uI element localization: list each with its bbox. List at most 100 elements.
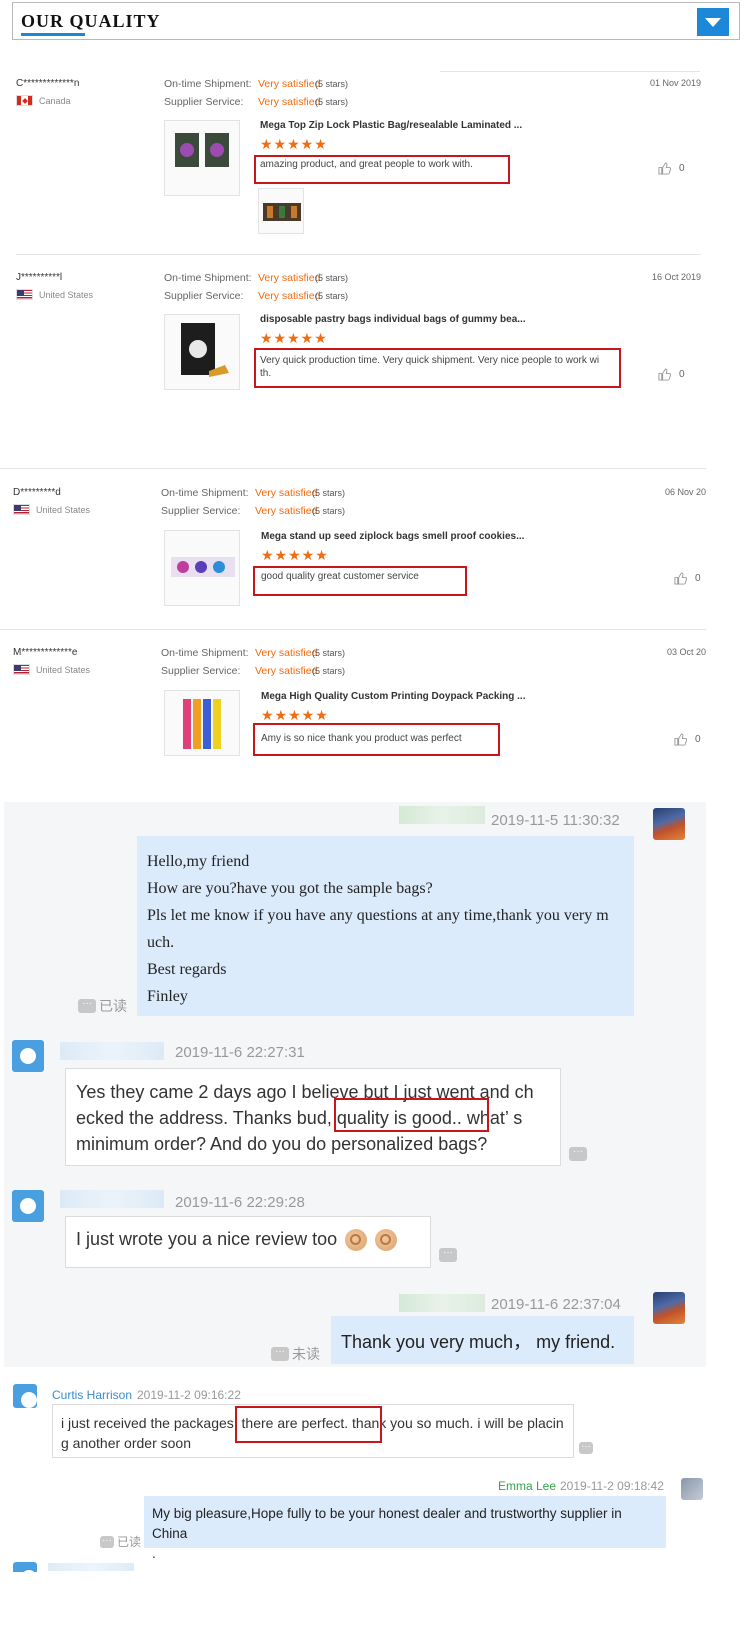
review-date: 16 Oct 2019 [651,272,701,282]
shipment-label: On-time Shipment: [164,78,252,90]
ok-hand-emoji-icon [375,1229,398,1252]
message-bubble: Hello,my friend How are you?have you got… [137,836,634,1016]
reviewer-country: Canada [16,95,71,106]
message-timestamp: 2019-11-2 09:16:22 [137,1388,241,1402]
more-icon[interactable]: ··· [569,1147,587,1161]
review-photo[interactable] [258,188,304,234]
sender-name-blurred [60,1042,164,1060]
thumbs-up-icon [658,368,671,381]
shipment-rating: Very satisfied [258,78,321,90]
service-rating: Very satisfied [255,505,318,517]
sender-name-blurred [48,1563,134,1571]
divider [16,254,701,255]
message-timestamp: 2019-11-2 09:18:42 [560,1479,664,1493]
avatar [681,1478,703,1500]
more-icon[interactable]: ··· [78,999,96,1013]
message-line: How are you?have you got the sample bags… [147,880,433,897]
like-button[interactable]: 0 [658,368,685,381]
product-title[interactable]: Mega Top Zip Lock Plastic Bag/resealable… [260,120,522,131]
more-icon[interactable]: ··· [271,1347,289,1361]
sender-name: Curtis Harrison [52,1388,133,1402]
shipment-stars: (5 stars) [312,648,346,658]
section-title: OUR QUALITY [21,11,161,31]
service-rating: Very satisfied [258,96,321,108]
canada-flag-icon [16,95,33,106]
review-card: M*************e United States On-time Sh… [13,647,706,757]
like-button[interactable]: 0 [674,733,701,746]
message-line: . [152,1546,156,1561]
review-date: 06 Nov 20 [664,487,706,497]
like-button[interactable]: 0 [674,572,701,585]
service-label: Supplier Service: [161,505,241,517]
like-count: 0 [695,734,701,745]
sender-name-blurred [399,1294,485,1312]
avatar [653,1292,685,1324]
like-button[interactable]: 0 [658,162,685,175]
message-timestamp: 2019-11-5 11:30:32 [491,812,620,829]
sender-name: Emma Lee [498,1479,557,1493]
read-status: ··· 未读 [271,1344,320,1364]
reviewer-name: M*************e [13,647,78,658]
review-stars: ★★★★★ [260,136,328,152]
message-line: Hello,my friend [147,853,250,870]
dropdown-toggle-button[interactable] [697,8,729,36]
product-thumbnail[interactable] [164,314,240,390]
service-stars: (5 stars) [315,97,349,107]
message-menu[interactable]: ··· [579,1442,593,1454]
review-card: J**********l United States On-time Shipm… [16,272,701,402]
us-flag-icon [13,664,30,675]
service-stars: (5 stars) [312,506,346,516]
message-timestamp: 2019-11-6 22:29:28 [175,1194,305,1211]
message-line: Finley [147,988,188,1005]
product-thumbnail[interactable] [164,530,240,606]
more-icon[interactable]: ··· [579,1442,593,1454]
thumbs-up-icon [674,572,687,585]
title-underline [21,33,85,36]
us-flag-icon [16,289,33,300]
avatar [12,1040,44,1072]
message-text: I just wrote you a nice review too [76,1229,338,1249]
shipment-stars: (5 stars) [315,273,349,283]
country-name: Canada [39,95,71,106]
message-menu[interactable]: ··· [569,1147,587,1161]
review-card: D*********d United States On-time Shipme… [13,487,706,617]
divider [440,71,700,72]
message-line: minimum order? And do you do personalize… [76,1134,488,1154]
status-text: 已读 [99,998,127,1014]
message-line: Best regards [147,961,227,978]
product-title[interactable]: disposable pastry bags individual bags o… [260,314,526,325]
message-bubble: My big pleasure,Hope fully to be your ho… [144,1496,666,1561]
country-name: United States [36,504,91,515]
shipment-stars: (5 stars) [312,488,346,498]
service-rating: Very satisfied [255,665,318,677]
product-title[interactable]: Mega High Quality Custom Printing Doypac… [261,691,526,702]
sender-name-blurred [399,806,485,824]
shipment-rating: Very satisfied [255,647,318,659]
product-title[interactable]: Mega stand up seed ziplock bags smell pr… [261,531,524,542]
reviewer-country: United States [13,504,90,515]
shipment-label: On-time Shipment: [161,647,249,659]
reviewer-name: D*********d [13,487,61,498]
message-line: uch. [147,934,175,951]
thumbs-up-icon [658,162,671,175]
status-text: 未读 [292,1346,320,1362]
product-thumbnail[interactable] [164,120,240,196]
service-stars: (5 stars) [312,666,346,676]
reviewer-name: C*************n [16,78,80,89]
highlight-box [253,566,467,596]
read-status: ··· 已读 [100,1533,141,1550]
service-label: Supplier Service: [161,665,241,677]
more-icon[interactable]: ··· [439,1248,457,1262]
message-menu[interactable]: ··· [439,1248,457,1262]
product-thumbnail[interactable] [164,690,240,756]
more-icon[interactable]: ··· [100,1535,114,1548]
like-count: 0 [679,369,685,380]
thumbs-up-icon [674,733,687,746]
review-stars: ★★★★★ [260,330,328,346]
chat-screenshot: 2019-11-5 11:30:32 Hello,my friend How a… [4,802,706,1367]
service-stars: (5 stars) [315,291,349,301]
shipment-label: On-time Shipment: [161,487,249,499]
country-name: United States [39,289,94,300]
ok-hand-emoji-icon [345,1229,368,1252]
message-bubble: I just wrote you a nice review too [65,1216,431,1268]
